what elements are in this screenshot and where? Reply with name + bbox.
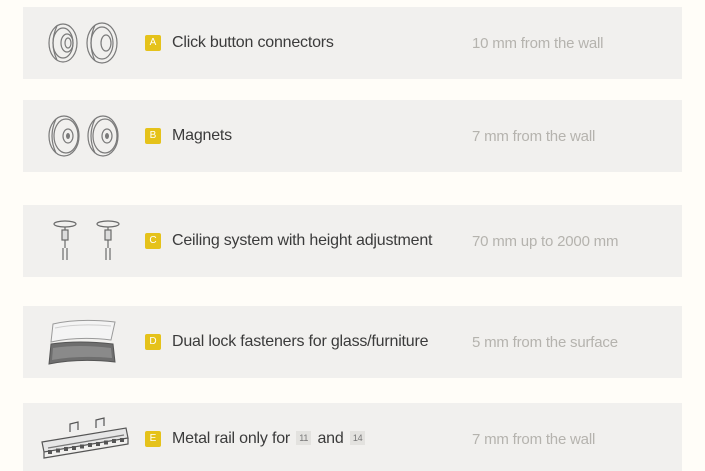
click-button-connectors-icon	[23, 7, 145, 79]
magnets-icon	[23, 100, 145, 172]
mounting-options-list: A Click button connectors 10 mm from the…	[0, 0, 705, 471]
letter-badge: C	[145, 233, 161, 249]
item-note: 7 mm from the wall	[472, 430, 596, 448]
list-item-d: D Dual lock fasteners for glass/furnitur…	[23, 306, 682, 378]
list-item-a: A Click button connectors 10 mm from the…	[23, 7, 682, 79]
item-note: 5 mm from the surface	[472, 333, 618, 351]
list-item-e: E Metal rail only for 11 and 14 7 mm fro…	[23, 403, 682, 471]
item-note: 7 mm from the wall	[472, 127, 596, 145]
item-note: 10 mm from the wall	[472, 34, 604, 52]
dual-lock-fastener-icon	[23, 306, 145, 378]
item-note: 70 mm up to 2000 mm	[472, 232, 619, 250]
metal-rail-icon	[23, 403, 145, 471]
letter-badge: B	[145, 128, 161, 144]
item-name: Magnets	[172, 127, 232, 144]
list-item-b: B Magnets 7 mm from the wall	[23, 100, 682, 172]
reference-chip-14: 14	[349, 431, 366, 445]
item-name: Dual lock fasteners for glass/furniture	[172, 333, 429, 350]
letter-badge: D	[145, 334, 161, 350]
letter-badge: A	[145, 35, 161, 51]
item-name: Ceiling system with height adjustment	[172, 232, 433, 249]
list-item-c: C Ceiling system with height adjustment …	[23, 205, 682, 277]
letter-badge: E	[145, 431, 161, 447]
item-name-prefix: Metal rail only for	[172, 430, 291, 447]
ceiling-system-icon	[23, 205, 145, 277]
reference-chip-11: 11	[296, 431, 312, 445]
item-name-mid: and	[317, 430, 344, 447]
item-name: Click button connectors	[172, 34, 334, 51]
item-name: Metal rail only for 11 and 14	[172, 430, 472, 448]
